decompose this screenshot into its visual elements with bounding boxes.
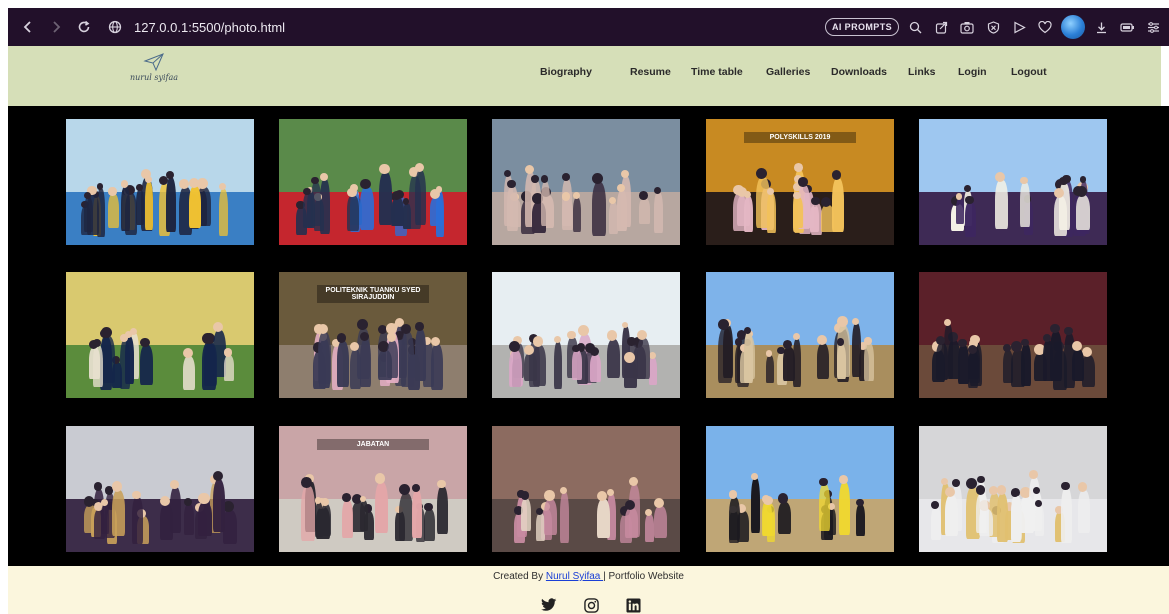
ai-prompts-button[interactable]: AI PROMPTS — [824, 18, 899, 36]
nav-link-logout[interactable]: Logout — [1011, 66, 1061, 78]
camera-icon[interactable] — [957, 16, 977, 38]
instagram-icon[interactable] — [582, 596, 600, 614]
gallery-photo[interactable] — [492, 426, 680, 552]
back-button[interactable] — [14, 13, 42, 41]
search-icon[interactable] — [905, 16, 925, 38]
site-logo[interactable]: nurul syifaa — [124, 52, 184, 96]
credit-prefix: Created By — [493, 571, 546, 582]
social-links — [540, 596, 642, 614]
photo-banner: POLYSKILLS 2019 — [743, 131, 857, 143]
gallery-photo[interactable] — [919, 426, 1107, 552]
gallery-photo[interactable] — [66, 426, 254, 552]
share-icon[interactable] — [931, 16, 951, 38]
download-icon[interactable] — [1091, 16, 1111, 38]
address-bar[interactable]: 127.0.0.1:5500/photo.html — [104, 16, 285, 38]
logo-text: nurul syifaa — [129, 73, 179, 82]
gallery-photo[interactable] — [919, 119, 1107, 245]
photo-banner: POLITEKNIK TUANKU SYED SIRAJUDDIN — [316, 284, 430, 303]
browser-toolbar: 127.0.0.1:5500/photo.html AI PROMPTS — [8, 8, 1169, 46]
gallery-photo[interactable] — [279, 119, 467, 245]
gallery-photo[interactable] — [706, 426, 894, 552]
credit-suffix: | Portfolio Website — [603, 571, 684, 582]
settings-sliders-icon[interactable] — [1143, 16, 1163, 38]
paper-plane-icon — [143, 53, 164, 72]
toolbar-actions: AI PROMPTS — [824, 8, 1163, 46]
gallery-photo[interactable] — [66, 119, 254, 245]
footer-credit: Created By Nurul Syifaa | Portfolio Webs… — [8, 571, 1169, 582]
gallery-photo[interactable] — [66, 272, 254, 398]
main-nav: Biography Resume Time table Galleries Do… — [540, 66, 1061, 78]
gallery-photo[interactable]: POLYSKILLS 2019 — [706, 119, 894, 245]
site-info-icon[interactable] — [104, 16, 126, 38]
gallery-photo[interactable] — [492, 119, 680, 245]
author-link[interactable]: Nurul Syifaa — [546, 571, 603, 582]
nav-link-biography[interactable]: Biography — [540, 66, 630, 78]
site-header: nurul syifaa Biography Resume Time table… — [8, 46, 1169, 106]
linkedin-icon[interactable] — [624, 596, 642, 614]
reload-icon — [78, 20, 90, 33]
nav-link-time-table[interactable]: Time table — [691, 66, 766, 78]
battery-icon[interactable] — [1117, 16, 1137, 38]
photo-gallery: POLYSKILLS 2019 POLITEKNIK TUANKU SYED SI… — [8, 106, 1169, 566]
heart-icon[interactable] — [1035, 16, 1055, 38]
url-text[interactable]: 127.0.0.1:5500/photo.html — [134, 20, 285, 35]
scrollbar-track[interactable] — [1161, 46, 1169, 106]
nav-link-links[interactable]: Links — [908, 66, 958, 78]
photo-banner: JABATAN — [316, 438, 430, 450]
nav-link-resume[interactable]: Resume — [630, 66, 691, 78]
send-icon[interactable] — [1009, 16, 1029, 38]
gallery-photo[interactable] — [919, 272, 1107, 398]
nav-link-galleries[interactable]: Galleries — [766, 66, 831, 78]
forward-button[interactable] — [42, 13, 70, 41]
twitter-icon[interactable] — [540, 596, 558, 614]
gallery-photo[interactable]: JABATAN — [279, 426, 467, 552]
nav-link-downloads[interactable]: Downloads — [831, 66, 908, 78]
chevron-right-icon — [53, 21, 61, 33]
gallery-photo[interactable] — [706, 272, 894, 398]
shield-icon[interactable] — [983, 16, 1003, 38]
profile-avatar[interactable] — [1061, 15, 1085, 39]
reload-button[interactable] — [70, 13, 98, 41]
nav-link-login[interactable]: Login — [958, 66, 1011, 78]
chevron-left-icon — [23, 21, 31, 33]
site-footer: Created By Nurul Syifaa | Portfolio Webs… — [8, 566, 1169, 614]
gallery-photo[interactable]: POLITEKNIK TUANKU SYED SIRAJUDDIN — [279, 272, 467, 398]
gallery-photo[interactable] — [492, 272, 680, 398]
